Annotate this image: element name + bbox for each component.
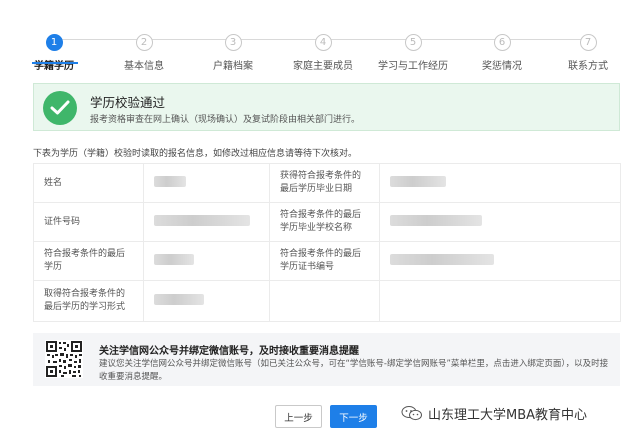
table-row: 符合报考条件的最后学历 符合报考条件的最后学历证书编号: [33, 241, 621, 281]
previous-step-button[interactable]: 上一步: [275, 405, 322, 428]
field-label-school-name: 符合报考条件的最后学历毕业学校名称: [269, 202, 380, 242]
banner-text: 报考资格审查在网上确认（现场确认）及复试阶段由相关部门进行。: [90, 115, 361, 125]
banner-title: 学历校验通过: [90, 95, 166, 110]
step-1[interactable]: 1 学籍学历: [9, 28, 99, 72]
step-7[interactable]: 7 联系方式: [543, 28, 633, 72]
step-number: 7: [579, 34, 597, 51]
empty-cell: [269, 280, 380, 322]
qr-code-icon[interactable]: [45, 340, 83, 378]
field-value-certificate-number: [379, 241, 621, 281]
active-step-underline: [32, 62, 78, 64]
step-number: 1: [45, 34, 63, 51]
field-value-graduation-date: [379, 163, 621, 203]
step-4[interactable]: 4 家庭主要成员: [278, 28, 368, 72]
notice-text: 建议您关注学信网公众号并绑定微信账号（如已关注公众号，可在“学信账号-绑定学信网…: [99, 359, 609, 382]
field-value-study-form: [143, 280, 270, 322]
step-number: 4: [314, 34, 332, 51]
step-6[interactable]: 6 奖惩情况: [457, 28, 547, 72]
field-value-id-number: [143, 202, 270, 242]
step-number: 2: [135, 34, 153, 51]
wechat-icon: [401, 406, 422, 421]
progress-stepper: 1 学籍学历 2 基本信息 3 户籍档案 4 家庭主要成员 5 学习与工作经历 …: [22, 28, 618, 72]
step-label: 家庭主要成员: [293, 61, 353, 72]
table-row: 取得符合报考条件的最后学历的学习形式: [33, 280, 621, 322]
notice-title: 关注学信网公众号并绑定微信账号，及时接收重要消息提醒: [99, 346, 359, 357]
field-label-study-form: 取得符合报考条件的最后学历的学习形式: [33, 280, 144, 322]
step-label: 联系方式: [568, 61, 608, 72]
step-number: 3: [224, 34, 242, 51]
step-number: 6: [493, 34, 511, 51]
wechat-follow-notice: 关注学信网公众号并绑定微信账号，及时接收重要消息提醒 建议您关注学信网公众号并绑…: [33, 333, 620, 386]
step-label: 学习与工作经历: [378, 61, 448, 72]
step-label: 户籍档案: [213, 61, 253, 72]
check-circle-icon: [43, 91, 77, 125]
field-value-school-name: [379, 202, 621, 242]
step-number: 5: [404, 34, 422, 51]
field-label-graduation-date: 获得符合报考条件的最后学历毕业日期: [269, 163, 380, 203]
step-label: 基本信息: [124, 61, 164, 72]
field-label-certificate-number: 符合报考条件的最后学历证书编号: [269, 241, 380, 281]
step-5[interactable]: 5 学习与工作经历: [368, 28, 458, 72]
next-step-button[interactable]: 下一步: [330, 405, 377, 428]
field-value-name: [143, 163, 270, 203]
step-label: 学籍学历: [34, 61, 74, 72]
field-value-education: [143, 241, 270, 281]
verification-success-banner: 学历校验通过 报考资格审查在网上确认（现场确认）及复试阶段由相关部门进行。: [33, 83, 620, 131]
watermark-text: 山东理工大学MBA教育中心: [428, 408, 588, 423]
table-intro-text: 下表为学历（学籍）校验时读取的报名信息，如修改过相应信息请等待下次核对。: [33, 149, 358, 159]
field-label-education: 符合报考条件的最后学历: [33, 241, 144, 281]
step-label: 奖惩情况: [482, 61, 522, 72]
registration-info-table: 姓名 获得符合报考条件的最后学历毕业日期 证件号码 符合报考条件的最后学历毕业学…: [33, 163, 621, 322]
empty-cell: [379, 280, 621, 322]
table-row: 姓名 获得符合报考条件的最后学历毕业日期: [33, 163, 621, 203]
table-row: 证件号码 符合报考条件的最后学历毕业学校名称: [33, 202, 621, 242]
field-label-name: 姓名: [33, 163, 144, 203]
step-3[interactable]: 3 户籍档案: [188, 28, 278, 72]
field-label-id-number: 证件号码: [33, 202, 144, 242]
step-2[interactable]: 2 基本信息: [99, 28, 189, 72]
